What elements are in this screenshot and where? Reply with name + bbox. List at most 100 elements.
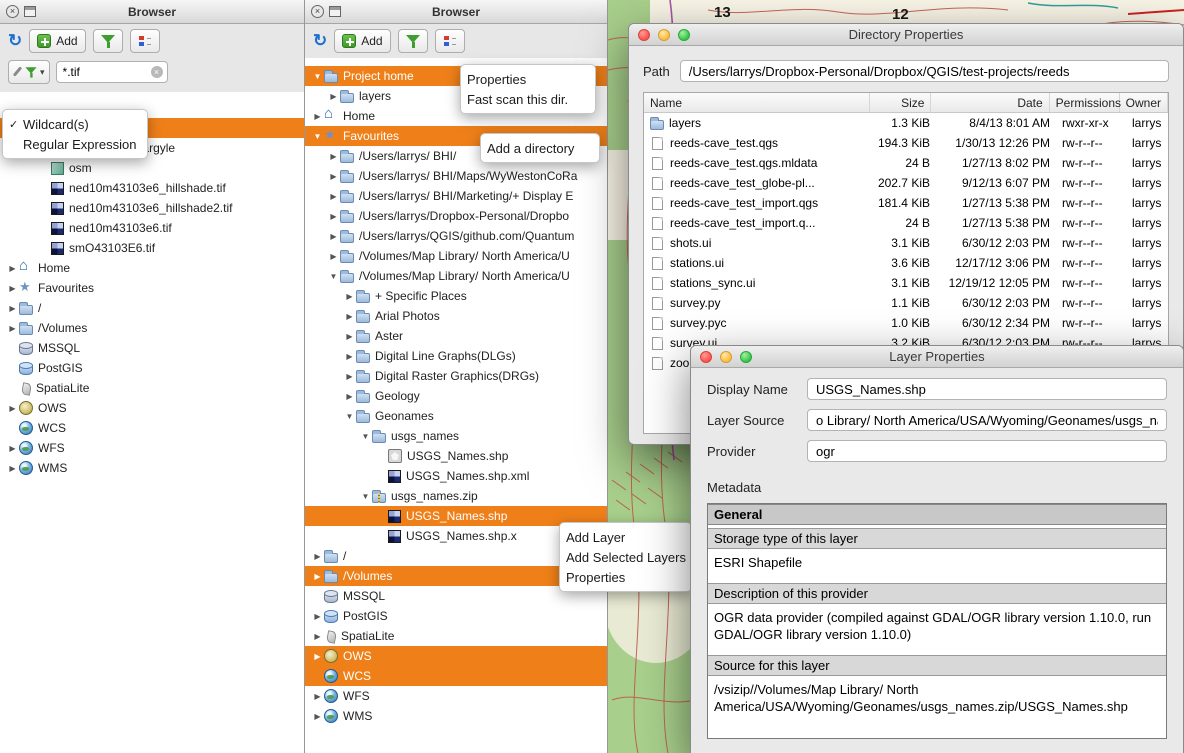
tree-item[interactable]: ▶ Digital Line Graphs(DLGs)	[305, 346, 607, 366]
column-header-owner[interactable]: Owner	[1120, 93, 1168, 112]
tree-item[interactable]: ▶ WFS	[305, 686, 607, 706]
expander[interactable]: ▶	[343, 392, 356, 401]
expander[interactable]: ▶	[6, 304, 19, 313]
expander[interactable]: ▼	[343, 412, 356, 421]
tree-item[interactable]: ned10m43103e6_hillshade.tif	[0, 178, 304, 198]
column-header-permissions[interactable]: Permissions	[1050, 93, 1120, 112]
menu-item[interactable]: Properties	[560, 567, 691, 587]
expander[interactable]: ▶	[6, 324, 19, 333]
zoom-window-icon[interactable]	[740, 351, 752, 363]
file-row[interactable]: survey.py 1.1 KiB 6/30/12 2:03 PM rw-r--…	[644, 293, 1168, 313]
tree-item[interactable]: SpatiaLite	[0, 378, 304, 398]
tree-item[interactable]: ▶ + Specific Places	[305, 286, 607, 306]
tree-item[interactable]: ▶ /Users/larrys/ BHI/Maps/WyWestonCoRa	[305, 166, 607, 186]
tree-item[interactable]: ned10m43103e6_hillshade2.tif	[0, 198, 304, 218]
filter-button[interactable]	[398, 29, 428, 53]
menu-item[interactable]: ✓ Wildcard(s)	[3, 114, 147, 134]
expander[interactable]: ▼	[359, 432, 372, 441]
refresh-icon[interactable]	[313, 31, 327, 51]
tree-item[interactable]: ▶ Home	[0, 258, 304, 278]
zoom-window-icon[interactable]	[678, 29, 690, 41]
expander[interactable]: ▶	[343, 312, 356, 321]
tree-item[interactable]: ▶ Digital Raster Graphics(DRGs)	[305, 366, 607, 386]
expander[interactable]: ▶	[343, 372, 356, 381]
file-row[interactable]: survey.pyc 1.0 KiB 6/30/12 2:34 PM rw-r-…	[644, 313, 1168, 333]
expander[interactable]: ▶	[327, 192, 340, 201]
expander[interactable]: ▶	[327, 252, 340, 261]
tree-item[interactable]: USGS_Names.shp.xml	[305, 466, 607, 486]
menu-item[interactable]: Add a directory	[481, 138, 599, 158]
tree-item[interactable]: osm	[0, 158, 304, 178]
tree-item[interactable]: PostGIS	[0, 358, 304, 378]
expander[interactable]: ▶	[6, 464, 19, 473]
file-row[interactable]: layers 1.3 KiB 8/4/13 8:01 AM rwxr-xr-x …	[644, 113, 1168, 133]
tree-item[interactable]: ▶ PostGIS	[305, 606, 607, 626]
add-button[interactable]: Add	[29, 29, 85, 53]
expander[interactable]: ▶	[327, 92, 340, 101]
column-header-name[interactable]: Name	[644, 93, 870, 112]
menu-item[interactable]: Add Selected Layers	[560, 547, 691, 567]
filter-input[interactable]	[63, 65, 151, 79]
tree-item[interactable]: smO43103E6.tif	[0, 238, 304, 258]
tree-item[interactable]: ▶ Arial Photos	[305, 306, 607, 326]
file-row[interactable]: stations.ui 3.6 KiB 12/17/12 3:06 PM rw-…	[644, 253, 1168, 273]
expander[interactable]: ▶	[6, 264, 19, 273]
expander[interactable]: ▶	[311, 572, 324, 581]
menu-item[interactable]: Add Layer	[560, 527, 691, 547]
float-window-icon[interactable]	[24, 6, 36, 17]
field-input[interactable]	[807, 409, 1167, 431]
expander[interactable]: ▶	[327, 152, 340, 161]
tree-item[interactable]: ▶ /Users/larrys/ BHI/Marketing/+ Display…	[305, 186, 607, 206]
tree-item[interactable]: ▶ OWS	[305, 646, 607, 666]
refresh-icon[interactable]	[8, 31, 22, 51]
tree-item[interactable]: ▶ /Volumes	[0, 318, 304, 338]
expander[interactable]: ▶	[311, 612, 324, 621]
menu-item[interactable]: Properties	[461, 69, 595, 89]
file-row[interactable]: reeds-cave_test.qgs.mldata 24 B 1/27/13 …	[644, 153, 1168, 173]
collapse-tree-button[interactable]	[435, 29, 465, 53]
expander[interactable]: ▶	[311, 552, 324, 561]
tree-item[interactable]: ▶ SpatiaLite	[305, 626, 607, 646]
add-button[interactable]: Add	[334, 29, 390, 53]
expander[interactable]: ▼	[311, 72, 324, 81]
tree-item[interactable]: ▶ WMS	[305, 706, 607, 726]
file-row[interactable]: reeds-cave_test_import.qgs 181.4 KiB 1/2…	[644, 193, 1168, 213]
tree-item[interactable]: ▶ Favourites	[0, 278, 304, 298]
minimize-window-icon[interactable]	[720, 351, 732, 363]
field-input[interactable]	[807, 440, 1167, 462]
expander[interactable]: ▶	[327, 172, 340, 181]
menu-item[interactable]: Regular Expression	[3, 134, 147, 154]
tree-item[interactable]: ▶ WMS	[0, 458, 304, 478]
tree-item[interactable]: WCS	[0, 418, 304, 438]
file-row[interactable]: reeds-cave_test.qgs 194.3 KiB 1/30/13 12…	[644, 133, 1168, 153]
tree-item[interactable]: ned10m43103e6.tif	[0, 218, 304, 238]
expander[interactable]: ▶	[343, 332, 356, 341]
expander[interactable]: ▶	[311, 692, 324, 701]
tree-item[interactable]: ▶ WFS	[0, 438, 304, 458]
column-header-size[interactable]: Size	[870, 93, 931, 112]
column-header-date[interactable]: Date	[931, 93, 1049, 112]
filter-button[interactable]	[93, 29, 123, 53]
field-input[interactable]	[807, 378, 1167, 400]
expander[interactable]: ▶	[311, 112, 324, 121]
expander[interactable]: ▶	[311, 712, 324, 721]
clear-filter-icon[interactable]	[151, 66, 163, 78]
path-input[interactable]	[680, 60, 1169, 82]
expander[interactable]: ▶	[6, 404, 19, 413]
tree-item[interactable]: MSSQL	[0, 338, 304, 358]
expander[interactable]: ▶	[6, 284, 19, 293]
expander[interactable]: ▼	[311, 132, 324, 141]
close-window-icon[interactable]	[638, 29, 650, 41]
collapse-tree-button[interactable]	[130, 29, 160, 53]
tree-item[interactable]: ▶ /Users/larrys/QGIS/github.com/Quantum	[305, 226, 607, 246]
tree-item[interactable]: ▼ Geonames	[305, 406, 607, 426]
expander[interactable]: ▼	[327, 272, 340, 281]
tree-item[interactable]: ▼ /Volumes/Map Library/ North America/U	[305, 266, 607, 286]
tree-item[interactable]: ▶ Aster	[305, 326, 607, 346]
file-row[interactable]: reeds-cave_test_globe-pl... 202.7 KiB 9/…	[644, 173, 1168, 193]
file-row[interactable]: reeds-cave_test_import.q... 24 B 1/27/13…	[644, 213, 1168, 233]
expander[interactable]: ▶	[343, 292, 356, 301]
tree-item[interactable]: ▶ Geology	[305, 386, 607, 406]
file-row[interactable]: stations_sync.ui 3.1 KiB 12/19/12 12:05 …	[644, 273, 1168, 293]
tree-item[interactable]: ▶ /Users/larrys/Dropbox-Personal/Dropbo	[305, 206, 607, 226]
